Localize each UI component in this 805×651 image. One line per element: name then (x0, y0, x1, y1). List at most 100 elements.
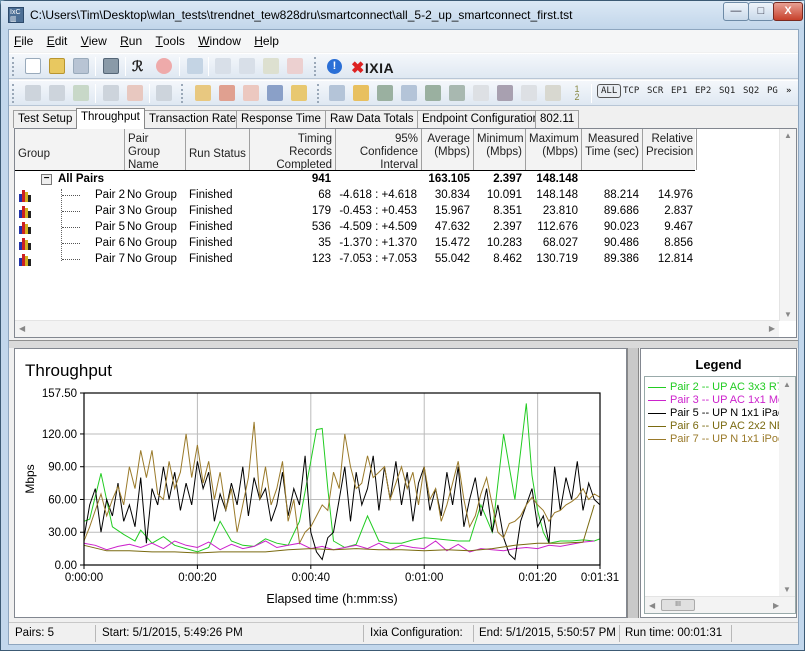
network-icon[interactable] (267, 85, 283, 101)
numbering-icon[interactable]: 12 (569, 85, 585, 102)
scroll-up-icon[interactable]: ▲ (784, 131, 792, 140)
col-minimum[interactable]: Minimum (Mbps) (474, 129, 526, 170)
tab-transaction-rate[interactable]: Transaction Rate (144, 110, 242, 128)
tab-raw-data-totals[interactable]: Raw Data Totals (325, 110, 419, 128)
menu-window[interactable]: Window (193, 30, 246, 48)
close-button[interactable]: X (773, 2, 803, 21)
legend-horizontal-scrollbar[interactable]: ◀ III ▶ (645, 596, 795, 613)
video-stream-icon[interactable] (425, 85, 441, 101)
toolbar-grip[interactable] (314, 57, 317, 76)
tab-endpoint-configuration[interactable]: Endpoint Configuration (417, 110, 544, 128)
filter-sq1[interactable]: SQ1 (719, 86, 735, 96)
broadcast-icon[interactable] (449, 85, 465, 101)
cut-icon[interactable] (215, 58, 231, 74)
col-timing-records[interactable]: Timing Records Completed (250, 129, 336, 171)
menu-run[interactable]: Run (115, 30, 147, 48)
menu-help[interactable]: Help (249, 30, 284, 48)
table-horizontal-scrollbar[interactable]: ◀ ▶ (15, 320, 779, 337)
refresh-icon[interactable] (187, 58, 203, 74)
tab-802-11[interactable]: 802.11 (535, 110, 580, 128)
connect-icon[interactable] (329, 85, 345, 101)
open-folder-icon[interactable] (49, 58, 65, 74)
new-file-icon[interactable] (25, 58, 41, 74)
scroll-thumb[interactable]: III (661, 599, 695, 611)
toolbar-grip[interactable] (181, 84, 184, 103)
menu-edit[interactable]: Edit (42, 30, 73, 48)
legend-item[interactable]: Pair 3 -- UP AC 1x1 Mc (648, 394, 784, 407)
tab-test-setup[interactable]: Test Setup (13, 110, 78, 128)
col-maximum[interactable]: Maximum (Mbps) (526, 129, 582, 170)
save-icon[interactable] (73, 58, 89, 74)
signature-icon[interactable] (497, 85, 513, 101)
wand-icon[interactable] (219, 85, 235, 101)
menu-view[interactable]: View (76, 30, 112, 48)
scroll-down-icon[interactable]: ▼ (783, 585, 791, 594)
vertical-splitter[interactable] (627, 348, 639, 618)
paste-icon[interactable] (263, 58, 279, 74)
scroll-right-icon[interactable]: ▶ (773, 601, 779, 610)
col-average[interactable]: Average (Mbps) (422, 129, 474, 170)
notes-icon[interactable] (473, 85, 489, 101)
col-group[interactable]: Group (15, 129, 125, 170)
run-icon[interactable]: ℛ (132, 58, 148, 74)
horizontal-splitter[interactable] (9, 340, 798, 348)
collapse-toggle[interactable]: − (41, 174, 52, 185)
copy-icon[interactable] (239, 58, 255, 74)
table-row[interactable]: Pair 5 No Group Finished 536 -4.509 : +4.509… (15, 220, 695, 236)
table-row[interactable]: Pair 2 No Group Finished 68 -4.618 : +4.618 3… (15, 188, 695, 204)
table-row[interactable]: Pair 6 No Group Finished 35 -1.370 : +1.370 1… (15, 236, 695, 252)
wand-disabled-icon[interactable] (243, 85, 259, 101)
delete-icon[interactable] (287, 58, 303, 74)
video-icon[interactable] (377, 85, 393, 101)
filter-scr[interactable]: SCR (647, 86, 663, 96)
group-icon[interactable] (156, 85, 172, 101)
voice-icon[interactable] (291, 85, 307, 101)
swap-endpoints-icon[interactable] (25, 85, 41, 101)
scroll-left-icon[interactable]: ◀ (19, 324, 25, 333)
scroll-up-icon[interactable]: ▲ (783, 380, 791, 389)
scroll-right-icon[interactable]: ▶ (769, 324, 775, 333)
col-measured-time[interactable]: Measured Time (sec) (582, 129, 643, 170)
table-row[interactable]: Pair 7 No Group Finished 123 -7.053 : +7.053… (15, 252, 695, 268)
minimize-button[interactable]: — (723, 2, 749, 21)
col-relative-precision[interactable]: Relative Precision (643, 129, 697, 170)
table-vertical-scrollbar[interactable]: ▲ ▼ (779, 129, 796, 321)
scroll-left-icon[interactable]: ◀ (649, 601, 655, 610)
toolbar-grip[interactable] (12, 84, 15, 103)
toolbar-overflow-button[interactable]: » (786, 86, 791, 96)
col-run-status[interactable]: Run Status (186, 129, 250, 170)
col-pair-group-name[interactable]: Pair Group Name (125, 129, 186, 171)
edit-disabled-icon[interactable] (521, 85, 537, 101)
toolbar-grip[interactable] (12, 57, 15, 76)
filter-tcp[interactable]: TCP (623, 86, 639, 96)
scroll-down-icon[interactable]: ▼ (784, 310, 792, 319)
filter-ep2[interactable]: EP2 (695, 86, 711, 96)
add-multicast-icon[interactable] (127, 85, 143, 101)
menu-file[interactable]: File (9, 30, 38, 48)
info-icon[interactable]: ! (327, 59, 342, 74)
legend-item[interactable]: Pair 5 -- UP N 1x1 iPac (648, 407, 784, 420)
stop-icon[interactable] (156, 58, 172, 74)
reset-icon[interactable] (545, 85, 561, 101)
tab-throughput[interactable]: Throughput (76, 108, 145, 129)
toolbar-grip[interactable] (317, 84, 320, 103)
add-pair-icon[interactable] (103, 85, 119, 101)
phone-icon[interactable] (353, 85, 369, 101)
menu-tools[interactable]: Tools (151, 30, 190, 48)
script-icon[interactable] (195, 85, 211, 101)
title-bar[interactable]: IxC ▥ C:\Users\Tim\Desktop\wlan_tests\tre… (1, 1, 804, 29)
summary-row[interactable]: − All Pairs 941 163.105 2.397 148.148 (15, 172, 695, 188)
filter-all[interactable]: ALL (597, 84, 622, 98)
table-row[interactable]: Pair 3 No Group Finished 179 -0.453 : +0.453… (15, 204, 695, 220)
col-confidence-interval[interactable]: 95% Confidence Interval (336, 129, 422, 171)
legend-item[interactable]: Pair 6 -- UP AC 2x2 NE (648, 420, 784, 433)
filter-sq2[interactable]: SQ2 (743, 86, 759, 96)
print-icon[interactable] (103, 58, 119, 74)
tab-response-time[interactable]: Response Time (236, 110, 326, 128)
legend-vertical-scrollbar[interactable]: ▲ ▼ (779, 377, 795, 597)
legend-item[interactable]: Pair 7 -- UP N 1x1 iPoc (648, 433, 784, 446)
filter-pg[interactable]: PG (767, 86, 778, 96)
legend-item[interactable]: Pair 2 -- UP AC 3x3 R7 (648, 381, 783, 394)
multicast-icon[interactable] (401, 85, 417, 101)
check-pair-icon[interactable] (73, 85, 89, 101)
